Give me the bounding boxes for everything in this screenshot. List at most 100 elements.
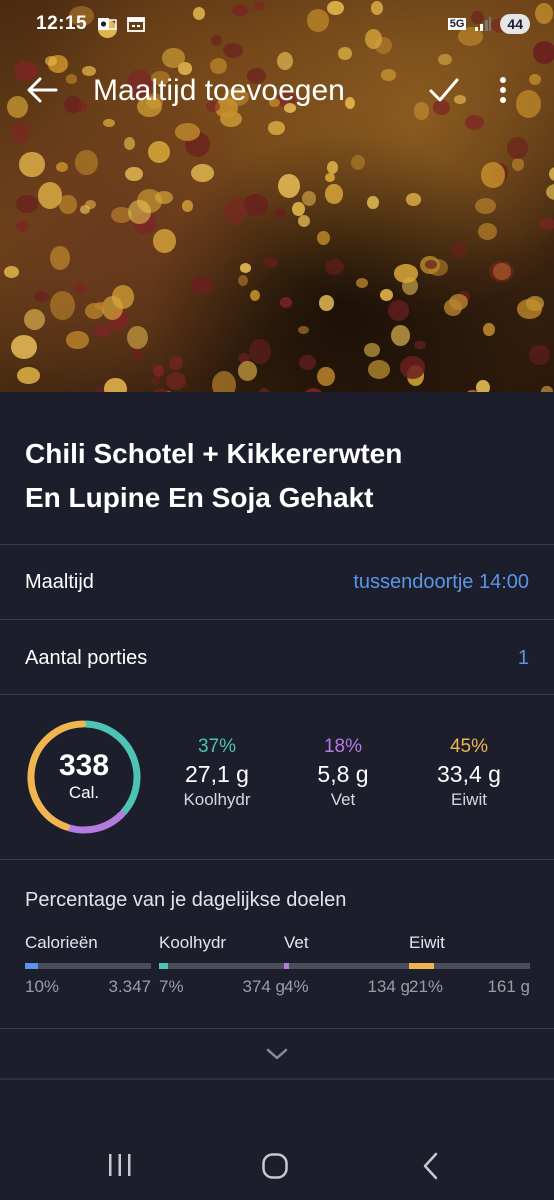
calendar-icon — [127, 17, 146, 32]
photo-texture — [190, 163, 214, 182]
photo-texture — [517, 299, 542, 319]
photo-texture — [191, 275, 214, 294]
page-title: Maaltijd toevoegen — [93, 74, 345, 107]
photo-texture — [66, 331, 89, 349]
photo-texture — [153, 229, 176, 254]
photo-texture — [475, 379, 490, 392]
divider — [0, 1028, 554, 1029]
photo-texture — [297, 325, 309, 334]
photo-texture — [49, 246, 70, 271]
signal-icon — [475, 17, 492, 31]
photo-texture — [125, 166, 143, 181]
photo-texture — [152, 364, 165, 377]
photo-texture — [507, 137, 529, 160]
photo-texture — [324, 259, 344, 275]
photo-texture — [16, 220, 28, 232]
photo-texture — [19, 152, 45, 177]
photo-texture — [316, 366, 335, 387]
photo-texture — [399, 356, 426, 379]
more-vert-icon[interactable] — [496, 76, 510, 104]
photo-texture — [223, 196, 248, 225]
goal-bar — [159, 963, 285, 969]
goal-protein: Eiwit 21% 161 g — [409, 932, 530, 997]
photo-texture — [33, 290, 49, 302]
photo-texture — [538, 217, 554, 231]
photo-texture — [366, 195, 379, 210]
photo-texture — [74, 283, 86, 293]
photo-texture — [127, 325, 148, 349]
photo-texture — [10, 121, 30, 144]
back-nav-icon[interactable] — [420, 1152, 442, 1180]
status-time: 12:15 — [36, 13, 88, 34]
photo-texture — [355, 277, 368, 289]
macro-fat: 18% 5,8 g Vet — [283, 735, 403, 811]
photo-texture — [181, 200, 194, 212]
goal-bar-fill — [159, 963, 168, 969]
photo-texture — [301, 191, 317, 206]
photo-texture — [278, 174, 301, 199]
photo-texture — [16, 367, 41, 384]
photo-texture — [549, 167, 554, 182]
back-arrow-icon[interactable] — [26, 76, 58, 104]
goal-pct: 21% — [409, 977, 444, 996]
divider — [0, 694, 554, 695]
photo-texture — [10, 335, 37, 360]
portions-label: Aantal porties — [25, 647, 148, 669]
photo-texture — [297, 214, 310, 228]
meal-title-line1: Chili Schotel + Kikkererwten — [25, 438, 403, 469]
photo-texture — [249, 338, 272, 365]
photo-texture — [528, 344, 551, 366]
portions-row[interactable]: Aantal porties 1 — [0, 620, 554, 694]
photo-texture — [275, 208, 287, 218]
photo-texture — [477, 223, 497, 241]
photo-texture — [541, 385, 553, 392]
macro-carbs-label: Koolhydr — [183, 790, 251, 809]
battery-indicator: 44 — [500, 14, 530, 34]
photo-texture — [93, 324, 112, 338]
macro-fat-amount: 5,8 g — [317, 761, 369, 787]
system-nav-bar — [0, 1130, 554, 1200]
divider — [0, 859, 554, 860]
meal-title-line2: En Lupine En Soja Gehakt — [25, 482, 374, 513]
meal-value[interactable]: tussendoortje 14:00 — [353, 571, 529, 594]
goal-name: Calorieën — [25, 933, 98, 952]
home-icon[interactable] — [261, 1152, 289, 1180]
photo-texture — [390, 325, 411, 347]
macro-protein-pct: 45% — [449, 736, 489, 757]
photo-texture — [351, 155, 365, 171]
calorie-value: 338 — [58, 749, 110, 782]
photo-texture — [326, 161, 338, 174]
photo-texture — [123, 137, 136, 151]
meal-title: Chili Schotel + Kikkererwten En Lupine E… — [25, 432, 525, 520]
goal-target: 134 g — [367, 977, 410, 996]
goal-bar-fill — [25, 963, 38, 969]
photo-texture — [364, 342, 380, 357]
photo-texture — [258, 388, 270, 392]
calorie-unit: Cal. — [68, 783, 100, 802]
photo-texture — [165, 371, 186, 390]
photo-texture — [367, 360, 391, 380]
photo-texture — [23, 308, 45, 330]
photo-texture — [174, 123, 201, 141]
portions-value[interactable]: 1 — [518, 647, 529, 670]
meal-photo[interactable] — [0, 0, 554, 392]
chevron-down-icon[interactable] — [265, 1046, 289, 1062]
meal-row[interactable]: Maaltijd tussendoortje 14:00 — [0, 545, 554, 619]
photo-texture — [474, 197, 496, 215]
check-icon[interactable] — [428, 76, 460, 104]
goal-target: 374 g — [242, 977, 285, 996]
meal-label: Maaltijd — [25, 571, 94, 593]
photo-texture — [325, 183, 343, 204]
goal-pct: 7% — [159, 977, 184, 996]
photo-texture — [237, 274, 248, 286]
photo-texture — [237, 360, 258, 381]
photo-texture — [480, 162, 506, 188]
photo-texture — [545, 183, 554, 201]
goal-bar-fill — [409, 963, 435, 969]
recents-icon[interactable] — [106, 1152, 134, 1178]
photo-texture — [379, 288, 394, 302]
photo-texture — [250, 289, 261, 301]
photo-texture — [150, 376, 162, 385]
goal-pct: 4% — [284, 977, 309, 996]
photo-texture — [405, 192, 422, 206]
